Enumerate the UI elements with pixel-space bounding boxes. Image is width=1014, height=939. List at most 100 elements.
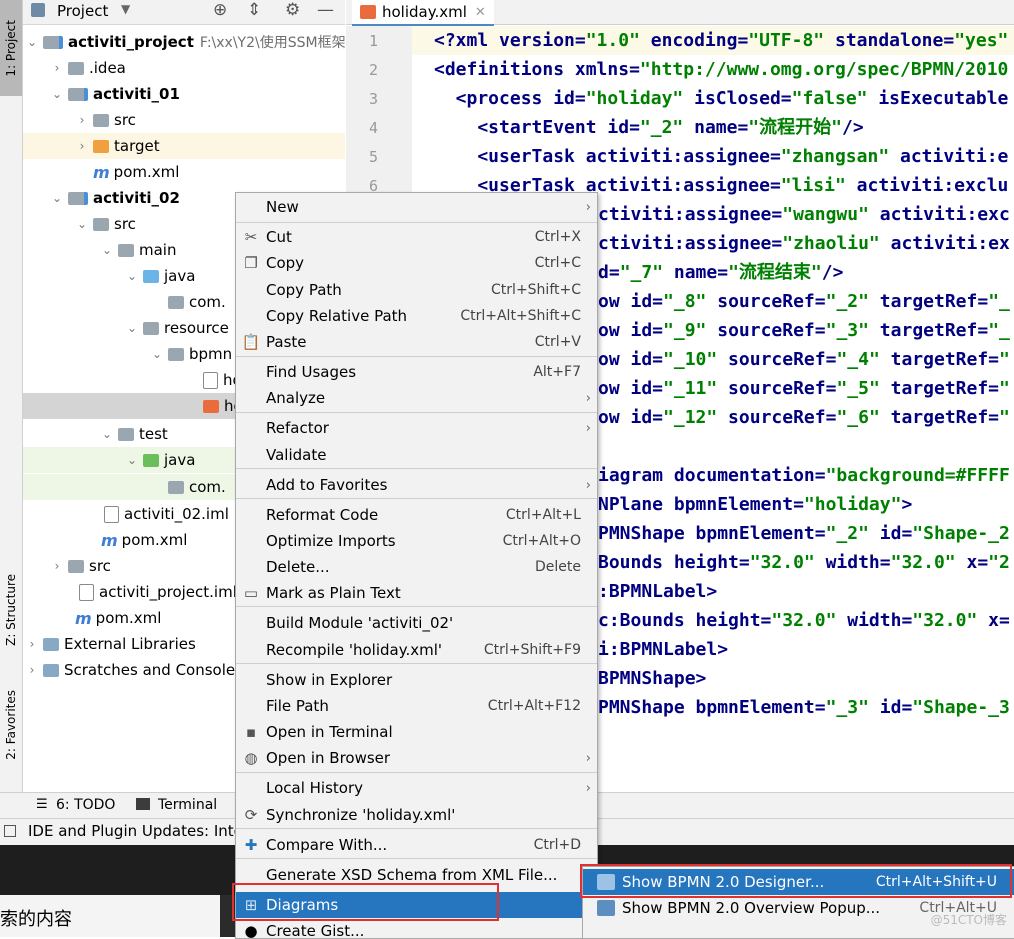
todo-tab[interactable]: 6: TODO — [56, 797, 115, 813]
submenu-arrow-icon: › — [585, 420, 591, 436]
menu-item-mark-as-plain-text[interactable]: ▭ Mark as Plain Text — [236, 580, 597, 606]
menu-item-copy[interactable]: ❐ Copy Ctrl+C — [236, 250, 597, 276]
favorites-tool-tab[interactable]: 2: Favorites — [0, 680, 22, 770]
collapse-arrow-icon[interactable]: › — [50, 61, 64, 75]
tree-label: Scratches and Consoles — [64, 661, 243, 679]
status-message[interactable]: IDE and Plugin Updates: Intel — [28, 822, 247, 840]
code-line: ow id="_12" sourceRef="_6" targetRef=" — [598, 407, 1010, 428]
structure-tool-tab[interactable]: Z: Structure — [0, 560, 22, 660]
menu-item-recompile[interactable]: Recompile 'holiday.xml' Ctrl+Shift+F9 — [236, 637, 597, 663]
gear-icon[interactable]: ⚙ — [285, 0, 300, 20]
menu-item-local-history[interactable]: Local History › — [236, 775, 597, 801]
menu-item-validate[interactable]: Validate — [236, 442, 597, 468]
iml-file-icon — [104, 505, 119, 523]
code-line: :BPMNLabel> — [598, 581, 718, 602]
tree-row-activiti-project[interactable]: ⌄ activiti_project F:\xx\Y2\使用SSM框架 — [23, 29, 345, 55]
expand-arrow-icon[interactable]: ⌄ — [75, 217, 89, 231]
menu-item-optimize-imports[interactable]: Optimize Imports Ctrl+Alt+O — [236, 528, 597, 554]
menu-item-build-module[interactable]: Build Module 'activiti_02' — [236, 610, 597, 636]
expand-arrow-icon[interactable]: ⌄ — [25, 35, 39, 49]
tree-row-target[interactable]: › target — [23, 133, 345, 159]
todo-icon: ☰ — [36, 797, 48, 812]
tree-row-idea[interactable]: › .idea — [23, 55, 345, 81]
tree-label: pom.xml — [95, 609, 162, 627]
menu-item-label: Local History — [266, 779, 364, 797]
menu-item-open-in-browser[interactable]: ◍ Open in Browser › — [236, 745, 597, 771]
menu-item-label: Open in Terminal — [266, 723, 393, 741]
menu-item-shortcut: Ctrl+Alt+O — [502, 533, 581, 549]
menu-item-refactor[interactable]: Refactor › — [236, 415, 597, 441]
expand-arrow-icon[interactable]: ⌄ — [125, 269, 139, 283]
menu-item-synchronize[interactable]: ⟳ Synchronize 'holiday.xml' — [236, 802, 597, 828]
expand-arrow-icon[interactable]: ⌄ — [100, 427, 114, 441]
locate-icon[interactable]: ⊕ — [213, 0, 227, 20]
collapse-arrow-icon[interactable]: › — [75, 139, 89, 153]
menu-item-analyze[interactable]: Analyze › — [236, 385, 597, 411]
project-icon — [31, 3, 45, 17]
resources-folder-icon — [143, 321, 159, 335]
menu-item-delete[interactable]: Delete... Delete — [236, 554, 597, 580]
menu-item-copy-relative-path[interactable]: Copy Relative Path Ctrl+Alt+Shift+C — [236, 303, 597, 329]
menu-item-label: Build Module 'activiti_02' — [266, 614, 454, 632]
chevron-down-icon[interactable]: ▼ — [121, 2, 130, 16]
expand-arrow-icon[interactable]: ⌄ — [125, 453, 139, 467]
folder-icon — [118, 243, 134, 257]
menu-item-diagrams[interactable]: ⊞Diagrams› — [236, 892, 597, 918]
tree-label: activiti_02 — [93, 189, 180, 207]
code-line: ow id="_9" sourceRef="_3" targetRef="_ — [598, 320, 1010, 341]
code-line: BPMNShape> — [598, 668, 707, 689]
menu-item-cut[interactable]: ✂ Cut Ctrl+X — [236, 224, 597, 250]
menu-item-reformat-code[interactable]: Reformat Code Ctrl+Alt+L — [236, 502, 597, 528]
editor-tab-holiday[interactable]: holiday.xml ✕ — [352, 0, 494, 27]
tree-row-activiti-01[interactable]: ⌄ activiti_01 — [23, 81, 345, 107]
tree-label: pom.xml — [121, 531, 188, 549]
menu-item-copy-path[interactable]: Copy Path Ctrl+Shift+C — [236, 277, 597, 303]
taskbar-search-text[interactable]: 索的内容 — [0, 905, 72, 931]
collapse-arrow-icon[interactable]: › — [25, 637, 39, 651]
expand-arrow-icon[interactable]: ⌄ — [150, 347, 164, 361]
menu-item-show-bpmn-designer[interactable]: Show BPMN 2.0 Designer... Ctrl+Alt+Shift+… — [583, 869, 1014, 895]
terminal-tab[interactable]: Terminal — [158, 797, 217, 813]
menu-item-create-gist[interactable]: ● Create Gist... — [236, 918, 597, 938]
menu-item-shortcut: Ctrl+V — [534, 334, 581, 350]
tree-label: activiti_project — [68, 33, 194, 51]
project-panel-title[interactable]: Project — [57, 2, 108, 20]
hide-panel-icon[interactable]: — — [317, 0, 334, 20]
collapse-arrow-icon[interactable]: › — [50, 559, 64, 573]
module-folder-icon — [68, 87, 88, 101]
menu-separator — [236, 222, 597, 223]
expand-arrow-icon[interactable]: ⌄ — [125, 321, 139, 335]
project-tool-tab[interactable]: 1: Project — [0, 0, 22, 96]
package-icon — [168, 480, 184, 494]
menu-item-generate-xsd[interactable]: Generate XSD Schema from XML File... — [236, 862, 597, 888]
menu-item-file-path[interactable]: File Path Ctrl+Alt+F12 — [236, 693, 597, 719]
line-number: 3 — [368, 90, 378, 108]
menu-item-label: Refactor — [266, 419, 329, 437]
expand-arrow-icon[interactable]: ⌄ — [100, 243, 114, 257]
menu-item-label: File Path — [266, 697, 329, 715]
menu-item-add-to-favorites[interactable]: Add to Favorites › — [236, 472, 597, 498]
menu-item-find-usages[interactable]: Find Usages Alt+F7 — [236, 359, 597, 385]
tab-label: holiday.xml — [382, 3, 467, 21]
tree-row-src[interactable]: › src — [23, 107, 345, 133]
collapse-all-icon[interactable]: ⇕ — [247, 0, 261, 20]
tree-row-pom-xml[interactable]: m pom.xml — [23, 159, 345, 185]
menu-item-open-in-terminal[interactable]: ▪ Open in Terminal — [236, 719, 597, 745]
code-line: <?xml version="1.0" encoding="UTF-8" sta… — [434, 30, 1009, 51]
tree-label: bpmn — [189, 345, 233, 363]
menu-item-new[interactable]: New › — [236, 194, 597, 220]
collapse-arrow-icon[interactable]: › — [25, 663, 39, 677]
menu-item-paste[interactable]: 📋 Paste Ctrl+V — [236, 329, 597, 355]
project-panel-header: Project ▼ ⊕ ⇕ ⚙ — — [23, 0, 345, 25]
menu-item-label: Cut — [266, 228, 292, 246]
menu-item-label: Synchronize 'holiday.xml' — [266, 806, 456, 824]
expand-arrow-icon[interactable]: ⌄ — [50, 87, 64, 101]
code-line: d="_7" name="流程结束"/> — [598, 262, 844, 283]
menu-item-show-in-explorer[interactable]: Show in Explorer — [236, 667, 597, 693]
menu-item-compare-with[interactable]: ✚ Compare With... Ctrl+D — [236, 832, 597, 858]
bpmn-icon — [597, 874, 615, 890]
close-icon[interactable]: ✕ — [475, 5, 486, 20]
expand-arrow-icon[interactable]: ⌄ — [50, 191, 64, 205]
tree-label: com. — [189, 478, 226, 496]
collapse-arrow-icon[interactable]: › — [75, 113, 89, 127]
